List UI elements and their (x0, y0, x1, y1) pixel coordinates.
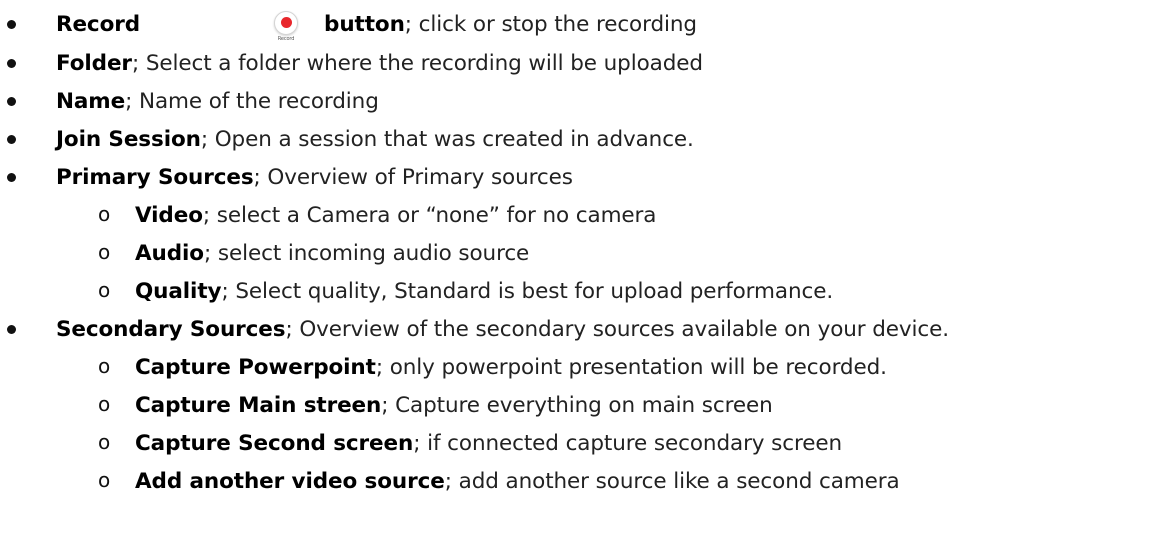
term-capture-powerpoint: Capture Powerpoint (135, 354, 376, 380)
term-capture-second-screen: Capture Second screen (135, 430, 414, 456)
term-quality: Quality (135, 278, 222, 304)
record-icon[interactable]: Record (266, 10, 306, 42)
document-page: Record Record button ; click or stop the… (0, 0, 1170, 535)
desc-record: ; click or stop the recording (404, 11, 697, 37)
sub-bullet-marker: o (98, 240, 111, 264)
sub-bullet-marker: o (98, 202, 111, 226)
sub-bullet-marker: o (98, 354, 111, 378)
desc-name: ; Name of the recording (125, 88, 379, 114)
term-join-session: Join Session (56, 126, 201, 152)
desc-join-session: ; Open a session that was created in adv… (200, 126, 694, 152)
desc-video: ; select a Camera or “none” for no camer… (202, 202, 657, 228)
sub-bullet-marker: o (98, 278, 111, 302)
term-primary-sources: Primary Sources (56, 164, 254, 190)
term-secondary-sources: Secondary Sources (56, 316, 286, 342)
desc-capture-second-screen: ; if connected capture secondary screen (413, 430, 843, 456)
sub-bullet-marker: o (98, 392, 111, 416)
bullet-marker (7, 97, 16, 106)
record-icon-caption: Record (277, 35, 295, 42)
term-video: Video (135, 202, 203, 228)
term-audio: Audio (135, 240, 204, 266)
record-dot (280, 17, 292, 28)
term-folder: Folder (56, 50, 132, 76)
desc-add-video-source: ; add another source like a second camer… (444, 468, 900, 494)
bullet-marker (7, 20, 16, 29)
sub-bullet-marker: o (98, 430, 111, 454)
term-button: button (324, 11, 405, 37)
desc-secondary-sources: ; Overview of the secondary sources avai… (285, 316, 950, 342)
term-add-video-source: Add another video source (135, 468, 445, 494)
desc-audio: ; select incoming audio source (203, 240, 530, 266)
bullet-marker (7, 59, 16, 68)
desc-quality: ; Select quality, Standard is best for u… (221, 278, 834, 304)
bullet-marker (7, 135, 16, 144)
bullet-marker (7, 173, 16, 182)
sub-bullet-marker: o (98, 468, 111, 492)
desc-capture-main-screen: ; Capture everything on main screen (381, 392, 773, 418)
desc-capture-powerpoint: ; only powerpoint presentation will be r… (375, 354, 887, 380)
term-record: Record (56, 11, 141, 37)
desc-primary-sources: ; Overview of Primary sources (253, 164, 573, 190)
term-capture-main-screen: Capture Main streen (135, 392, 382, 418)
bullet-marker (7, 325, 16, 334)
desc-folder: ; Select a folder where the recording wi… (131, 50, 703, 76)
term-name: Name (56, 88, 126, 114)
record-button-circle[interactable] (274, 10, 299, 35)
